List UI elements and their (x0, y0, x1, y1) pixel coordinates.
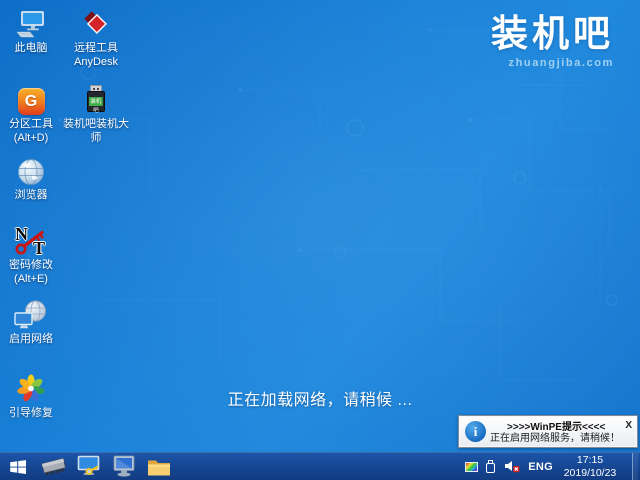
winpe-notification-toast[interactable]: i >>>>WinPE提示<<<< X 正在启用网络服务，请稍候！ (458, 415, 638, 448)
folder-icon (147, 457, 171, 477)
desktop-icon-browser[interactable]: 浏览器 (0, 155, 62, 202)
taskbar-item-ramdisk[interactable] (36, 453, 71, 480)
pinwheel-flower-icon (16, 373, 46, 404)
tray-date: 2019/10/23 (561, 467, 619, 480)
desktop-icon-boot-repair[interactable]: 引导修复 (0, 373, 62, 420)
taskbar-item-file-explorer[interactable] (141, 453, 176, 480)
taskbar: ENG 17:15 2019/10/23 (0, 452, 640, 480)
nt-password-key-icon: N T (13, 225, 49, 256)
browser-globe-icon (17, 155, 45, 186)
desktop-icon-label: 启用网络 (9, 332, 53, 346)
muted-speaker-icon[interactable] (504, 460, 520, 473)
desktop-icon-label: 装机吧装机大 师 (63, 117, 129, 145)
show-desktop-button[interactable] (632, 453, 638, 480)
desktop-icon-this-pc[interactable]: 此电脑 (0, 8, 62, 55)
desktop-icon-password-reset[interactable]: N T 密码修改 (Alt+E) (0, 225, 62, 286)
partition-tool-icon: G (18, 84, 45, 115)
toast-title: >>>>WinPE提示<<<< (490, 418, 622, 433)
brand-subtitle: zhuangjiba.com (491, 57, 614, 69)
windows-logo-icon (8, 457, 28, 477)
toast-close-button[interactable]: X (622, 420, 635, 431)
desktop: 装机吧 zhuangjiba.com 正在加载网络，请稍候 ... 此电脑 (0, 0, 640, 452)
taskbar-item-display-settings[interactable] (71, 453, 106, 480)
desktop-icon-label: 密码修改 (Alt+E) (9, 258, 53, 286)
loading-status-text: 正在加载网络，请稍候 ... (228, 386, 413, 410)
desktop-icon-label: 此电脑 (15, 41, 48, 55)
system-tray: ENG 17:15 2019/10/23 (465, 453, 640, 480)
network-globe-monitor-icon (14, 299, 48, 330)
start-button[interactable] (0, 453, 36, 480)
desktop-icon-label: 引导修复 (9, 406, 53, 420)
monitor-key-icon (77, 455, 101, 478)
brand-logo: 装机吧 zhuangjiba.com (491, 12, 614, 69)
display-color-tray-icon[interactable] (465, 462, 478, 472)
this-pc-icon (15, 8, 47, 39)
desktop-icon-enable-network[interactable]: 启用网络 (0, 299, 62, 346)
desktop-icon-partition-tool[interactable]: G 分区工具 (Alt+D) (0, 84, 62, 145)
tray-clock[interactable]: 17:15 2019/10/23 (561, 454, 619, 479)
desktop-icon-label: 分区工具 (Alt+D) (9, 117, 53, 145)
desktop-icon-anydesk[interactable]: 远程工具 AnyDesk (61, 8, 131, 69)
memory-chip-icon (40, 456, 68, 478)
computer-display-icon (112, 455, 136, 478)
installer-usb-badge: 装机吧 (89, 97, 103, 106)
brand-title: 装机吧 (491, 12, 614, 56)
desktop-icon-installer[interactable]: 装机吧 装机吧装机大 师 (57, 84, 135, 145)
anydesk-icon (81, 8, 112, 39)
info-icon: i (465, 421, 486, 442)
desktop-icon-label: 远程工具 AnyDesk (74, 41, 118, 69)
tray-time: 17:15 (561, 454, 619, 467)
desktop-icon-label: 浏览器 (15, 188, 48, 202)
language-indicator[interactable]: ENG (528, 461, 553, 473)
safely-remove-usb-icon[interactable] (486, 460, 496, 474)
taskbar-item-pc-viewer[interactable] (106, 453, 141, 480)
toast-message: 正在启用网络服务，请稍候！ (490, 433, 635, 445)
installer-usb-icon: 装机吧 (83, 84, 109, 115)
